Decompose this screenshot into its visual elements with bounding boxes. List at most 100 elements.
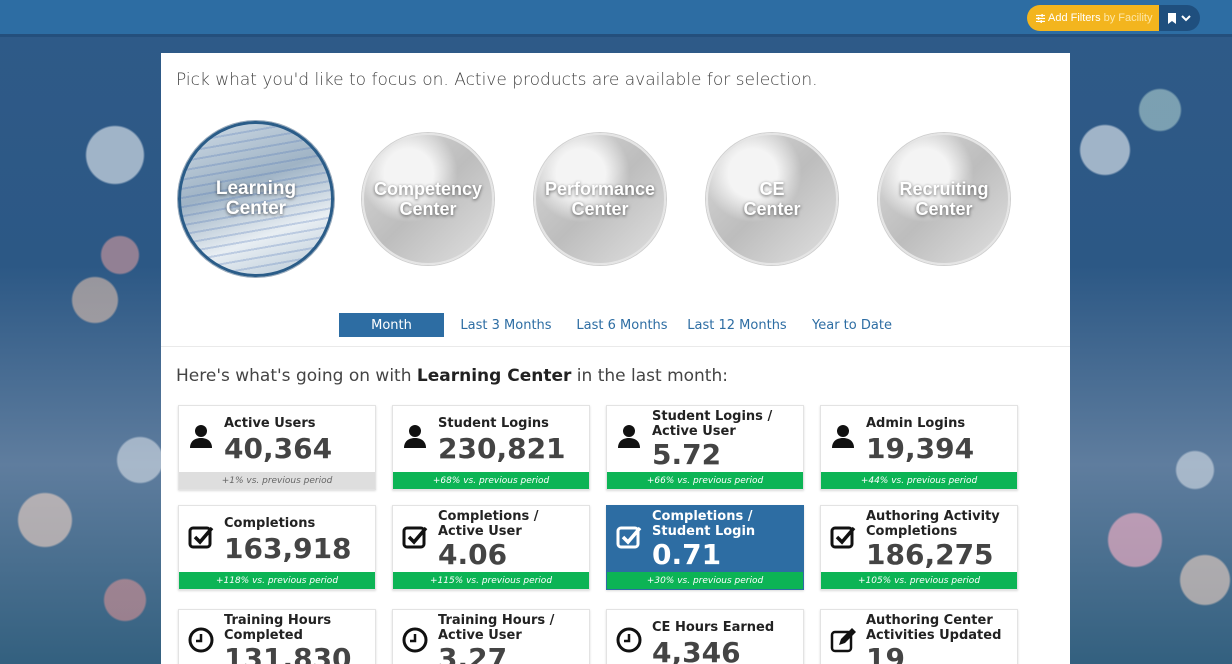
metric-value: 0.71 — [652, 538, 722, 571]
product-label-line1: Recruiting — [899, 179, 989, 199]
user-icon — [618, 425, 640, 448]
product-label: Competency Center — [374, 179, 482, 219]
metric-delta: +118% vs. previous period — [179, 572, 375, 589]
product-label: Performance Center — [545, 179, 655, 219]
metric-delta: +105% vs. previous period — [821, 572, 1017, 589]
metric-delta: +68% vs. previous period — [393, 472, 589, 489]
checkbox-icon — [401, 522, 429, 550]
tab-last-12-months[interactable]: Last 12 Months — [687, 313, 787, 337]
user-icon — [832, 425, 854, 448]
tab-last-6-months[interactable]: Last 6 Months — [574, 313, 670, 337]
checkbox-icon — [188, 526, 214, 549]
product-label: Recruiting Center — [899, 179, 988, 219]
metric-card[interactable]: Authoring Activity Completions 186,275 +10… — [820, 505, 1018, 590]
metric-card[interactable]: Completions / Student Login 0.71 +30% vs. … — [606, 505, 804, 590]
metric-card[interactable]: Student Logins / Active User 5.72 +66% vs.… — [606, 405, 804, 490]
checkbox-icon — [616, 526, 642, 549]
metric-delta: +66% vs. previous period — [607, 472, 803, 489]
metric-value: 131,830 — [224, 642, 352, 664]
product-performance-center[interactable]: Performance Center — [534, 133, 666, 265]
main-panel: Pick what you'd like to focus on. Active… — [161, 53, 1070, 664]
metric-delta: +30% vs. previous period — [607, 572, 803, 589]
metric-card[interactable]: Student Logins 230,821 +68% vs. previous p… — [392, 405, 590, 490]
checkbox-icon — [830, 526, 856, 549]
product-recruiting-center[interactable]: Recruiting Center — [878, 133, 1010, 265]
product-label-line2: Center — [571, 199, 629, 219]
user-icon — [615, 422, 643, 450]
metric-value: 3.27 — [438, 642, 508, 664]
metric-card[interactable]: Training Hours / Active User 3.27 — [392, 609, 590, 664]
metric-value: 19,394 — [866, 432, 975, 465]
checkbox-icon — [187, 522, 215, 550]
metric-card[interactable]: Admin Logins 19,394 +44% vs. previous peri… — [820, 405, 1018, 490]
checkbox-icon — [829, 522, 857, 550]
metric-value: 19 — [866, 642, 905, 664]
add-filters-label: Add Filters — [1048, 12, 1101, 24]
metric-value: 230,821 — [438, 432, 566, 465]
summary-prefix: Here's what's going on with — [176, 366, 412, 386]
tab-last-3-months[interactable]: Last 3 Months — [459, 313, 553, 337]
product-ce-center[interactable]: CE Center — [706, 133, 838, 265]
edit-icon — [829, 626, 857, 654]
summary-suffix: in the last month: — [576, 366, 728, 386]
metric-value: 5.72 — [652, 438, 722, 471]
clock-icon — [616, 627, 642, 653]
metric-value: 186,275 — [866, 538, 994, 571]
metric-card[interactable]: Active Users 40,364 +1% vs. previous perio… — [178, 405, 376, 490]
product-label-line1: Learning — [215, 178, 297, 199]
metric-title: Active Users — [224, 416, 316, 431]
by-facility-label: by Facility — [1103, 12, 1153, 24]
product-label-line1: Performance — [544, 179, 656, 199]
bookmark-menu-button[interactable] — [1159, 5, 1200, 31]
summary-product: Learning Center — [416, 366, 572, 386]
metric-title: Completions / Student Login — [652, 509, 756, 539]
metric-delta: +115% vs. previous period — [393, 572, 589, 589]
edit-icon — [830, 628, 856, 653]
metric-title: Admin Logins — [866, 416, 966, 431]
user-icon — [829, 422, 857, 450]
summary-heading: Here's what's going on with Learning Cen… — [176, 366, 728, 386]
product-label-line2: Center — [915, 199, 973, 219]
clock-icon — [615, 626, 643, 654]
chevron-down-icon — [1181, 14, 1191, 21]
product-label: CE Center — [743, 179, 800, 219]
metric-card[interactable]: Authoring Center Activities Updated 19 — [820, 609, 1018, 664]
metric-title: Completions — [224, 516, 316, 531]
metric-title: Authoring Activity Completions — [866, 509, 1000, 539]
tab-month[interactable]: Month — [339, 313, 444, 337]
metric-card[interactable]: Completions / Active User 4.06 +115% vs. p… — [392, 505, 590, 590]
product-competency-center[interactable]: Competency Center — [362, 133, 494, 265]
product-label-line1: Competency — [373, 179, 483, 199]
top-bar: Add Filters by Facility — [0, 0, 1232, 37]
product-label-line2: Center — [399, 199, 457, 219]
checkbox-icon — [402, 526, 428, 549]
metric-title: Student Logins — [438, 416, 549, 431]
metric-value: 163,918 — [224, 532, 352, 565]
product-label-line1: CE — [759, 179, 785, 199]
metric-value: 4.06 — [438, 538, 508, 571]
checkbox-icon — [615, 522, 643, 550]
metric-title: Student Logins / Active User — [652, 409, 773, 439]
user-icon — [187, 422, 215, 450]
metric-title: Training Hours Completed — [224, 613, 332, 643]
product-label: Learning Center — [216, 179, 296, 219]
metric-delta: +44% vs. previous period — [821, 472, 1017, 489]
add-filters-button[interactable]: Add Filters by Facility — [1027, 5, 1159, 31]
product-label-line2: Center — [225, 198, 287, 219]
metric-card[interactable]: Training Hours Completed 131,830 — [178, 609, 376, 664]
product-selector: Learning Center Competency Center Performanc… — [161, 121, 1070, 281]
metric-title: Training Hours / Active User — [438, 613, 555, 643]
metric-card[interactable]: Completions 163,918 +118% vs. previous per… — [178, 505, 376, 590]
user-icon — [404, 425, 426, 448]
metric-title: Authoring Center Activities Updated — [866, 613, 1002, 643]
metric-value: 4,346 — [652, 636, 741, 664]
metric-card[interactable]: CE Hours Earned 4,346 — [606, 609, 804, 664]
clock-icon — [187, 626, 215, 654]
bookmark-icon — [1168, 12, 1176, 24]
user-icon — [190, 425, 212, 448]
intro-text: Pick what you'd like to focus on. Active… — [176, 70, 818, 90]
metric-delta: +1% vs. previous period — [179, 472, 375, 489]
product-learning-center[interactable]: Learning Center — [178, 121, 334, 277]
user-icon — [401, 422, 429, 450]
tab-year-to-date[interactable]: Year to Date — [808, 313, 896, 337]
